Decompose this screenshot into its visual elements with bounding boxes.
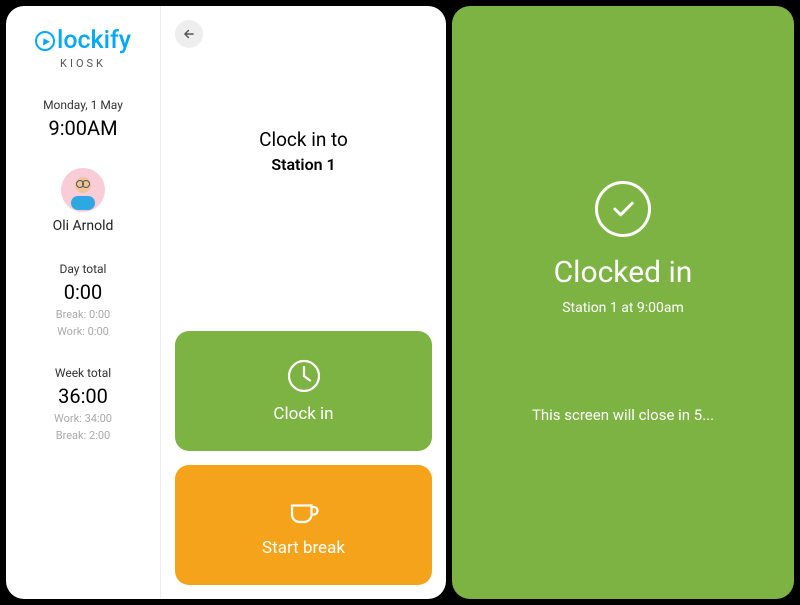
avatar	[61, 168, 105, 212]
day-work: Work: 0:00	[56, 325, 110, 338]
start-break-button[interactable]: Start break	[175, 465, 432, 585]
coffee-cup-icon	[286, 492, 322, 528]
day-total-value: 0:00	[56, 280, 110, 304]
confirm-detail: Station 1 at 9:00am	[562, 300, 684, 316]
station-name: Station 1	[175, 155, 432, 174]
arrow-left-icon	[182, 27, 196, 41]
avatar-icon	[63, 170, 103, 210]
current-date: Monday, 1 May	[43, 98, 123, 112]
clock-icon	[286, 358, 322, 394]
confirmation-panel: Clocked in Station 1 at 9:00am This scre…	[452, 6, 794, 599]
heading-text: Clock in to	[175, 128, 432, 151]
week-break: Break: 2:00	[54, 429, 112, 442]
clock-in-button[interactable]: Clock in	[175, 331, 432, 451]
checkmark-icon	[609, 195, 637, 223]
start-break-label: Start break	[262, 538, 345, 558]
week-total-label: Week total	[54, 366, 112, 380]
current-time: 9:00AM	[43, 116, 123, 140]
confirm-title: Clocked in	[554, 255, 693, 290]
sidebar: lockify KIOSK Monday, 1 May 9:00AM Oli A…	[6, 6, 161, 599]
brand-subtitle: KIOSK	[60, 57, 106, 70]
brand-logo: lockify	[35, 26, 131, 55]
user-name: Oli Arnold	[53, 218, 114, 234]
clock-in-label: Clock in	[273, 404, 333, 424]
day-total-block: Day total 0:00 Break: 0:00 Work: 0:00	[56, 262, 110, 338]
confirm-countdown: This screen will close in 5...	[532, 406, 714, 424]
day-total-label: Day total	[56, 262, 110, 276]
check-circle	[595, 181, 651, 237]
week-total-value: 36:00	[54, 384, 112, 408]
date-block: Monday, 1 May 9:00AM	[43, 98, 123, 140]
back-button[interactable]	[175, 20, 203, 48]
clock-logo-icon	[35, 31, 55, 51]
day-break: Break: 0:00	[56, 308, 110, 321]
content-area: Clock in to Station 1 Clock in Start bre…	[161, 6, 446, 599]
week-work: Work: 34:00	[54, 412, 112, 425]
user-block: Oli Arnold	[53, 168, 114, 234]
kiosk-main-panel: lockify KIOSK Monday, 1 May 9:00AM Oli A…	[6, 6, 446, 599]
week-total-block: Week total 36:00 Work: 34:00 Break: 2:00	[54, 366, 112, 442]
action-buttons: Clock in Start break	[175, 331, 432, 585]
clockin-heading: Clock in to Station 1	[175, 128, 432, 174]
brand-name: lockify	[57, 26, 131, 55]
